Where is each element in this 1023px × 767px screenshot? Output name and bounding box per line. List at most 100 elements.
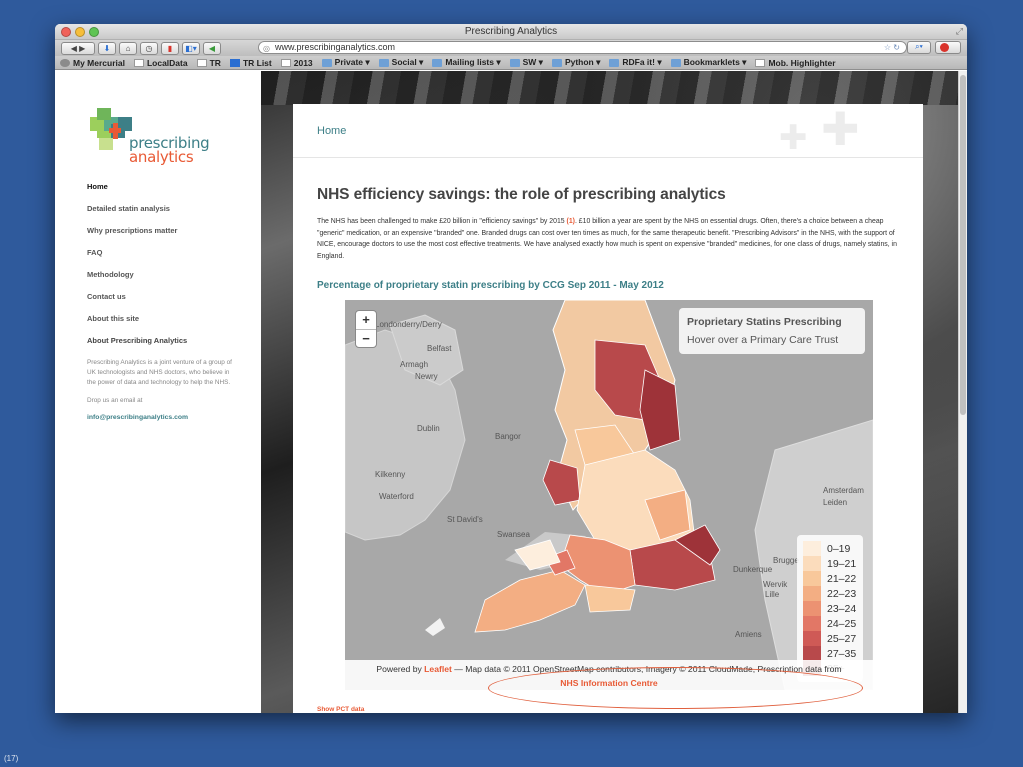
window-title: Prescribing Analytics [464,26,558,37]
map-info-box: Proprietary Statins Prescribing Hover ov… [679,308,865,354]
legend-swatch [803,571,821,586]
nav-item-contact-us[interactable]: Contact us [87,292,261,301]
site-logo[interactable]: prescribing analytics [87,104,217,168]
bookmark-item[interactable]: Private ▾ [321,57,370,68]
legend-row: 0–19 [803,541,857,556]
globe-icon: ◎ [263,44,270,53]
article: NHS efficiency savings: the role of pres… [293,158,923,690]
scrollbar-thumb[interactable] [960,75,966,415]
place-label: Londonderry/Derry [375,320,442,329]
reference-link[interactable]: (1) [567,218,575,225]
url-text: www.prescribinganalytics.com [275,42,396,52]
decorative-plus-icon: ✚ [821,102,860,156]
place-label: Armagh [400,360,429,369]
bookmark-item[interactable]: LocalData [133,57,188,68]
bookmark-label: 2013 [293,57,313,68]
place-label: St David's [447,515,483,524]
bookmark-item[interactable]: Mailing lists ▾ [432,57,501,68]
zoom-control: + − [355,310,377,348]
attribution-text: Powered by [376,664,425,674]
map-base-layer [345,300,873,690]
legend-label: 21–22 [827,572,857,585]
contact-email-link[interactable]: info@prescribinganalytics.com [87,414,261,421]
legend-label: 22–23 [827,587,857,600]
back-forward-button[interactable]: ◀ ▶ [61,41,95,55]
place-label: Amsterdam [823,486,864,495]
nav-item-why-prescriptions-matter[interactable]: Why prescriptions matter [87,226,261,235]
place-label: Lille [765,590,780,599]
bookmark-item[interactable]: Bookmarklets ▾ [670,57,747,68]
page-icon [280,58,291,67]
breadcrumb[interactable]: Home [317,125,346,137]
map-title: Percentage of proprietary statin prescri… [317,280,664,291]
intro-paragraph: The NHS has been challenged to make £20 … [317,216,901,262]
bookmark-label: Mob. Highlighter [768,57,836,68]
place-label: Waterford [379,492,414,501]
bookmark-label: My Mercurial [73,57,125,68]
mercurial-icon [60,58,70,67]
home-button[interactable]: ⌂ [119,41,137,55]
page-icon [196,58,207,67]
page-viewport: prescribing analytics Home Detailed stati… [55,71,958,713]
bookmark-label: Private ▾ [334,57,370,67]
email-prompt: Drop us an email at [87,397,143,404]
bookmark-item[interactable]: Python ▾ [551,57,601,68]
bookmark-item[interactable]: My Mercurial [60,58,125,68]
page-title: NHS efficiency savings: the role of pres… [317,186,726,203]
bookmark-item[interactable]: Mob. Highlighter [755,57,836,68]
place-label: Dublin [417,424,440,433]
bookmark-item[interactable]: SW ▾ [509,57,543,68]
place-label: Kilkenny [375,470,406,479]
bookmark-item[interactable]: RDFa it! ▾ [609,57,662,68]
fullscreen-icon[interactable]: ⤢ [956,26,963,37]
legend-row: 22–23 [803,586,857,601]
panel-header: Home ✚ ✚ [293,102,923,158]
legend-label: 23–24 [827,602,857,615]
vertical-scrollbar[interactable] [958,71,967,713]
legend-swatch [803,646,821,661]
bookmark-item[interactable]: Social ▾ [378,57,423,68]
choropleth-map[interactable]: Londonderry/Derry Belfast Armagh Newry D… [345,300,873,690]
bookmark-label: RDFa it! ▾ [622,57,662,67]
place-label: Dunkerque [733,565,773,574]
about-text: Prescribing Analytics is a joint venture… [87,359,232,386]
legend-row: 21–22 [803,571,857,586]
place-label: Bangor [495,432,521,441]
legend-swatch [803,541,821,556]
adblock-button[interactable] [935,41,961,54]
nav-item-detailed-statin-analysis[interactable]: Detailed statin analysis [87,204,261,213]
folder-icon [551,58,562,67]
bookmark-item[interactable]: TR List [229,58,272,68]
nav-item-about-this-site[interactable]: About this site [87,314,261,323]
show-pct-data-link[interactable]: Show PCT data [317,706,364,713]
screenshot-button[interactable]: ▮ [161,41,179,55]
legend-label: 27–35 [827,647,857,660]
bookmark-label: LocalData [146,57,188,68]
place-label: Newry [415,372,438,381]
bookmark-label: Bookmarklets ▾ [683,57,747,67]
bookmark-star-icon[interactable]: ☆ ↻ [884,42,900,53]
green-arrow-button[interactable]: ◀ [203,41,221,55]
main-nav: Home Detailed statin analysis Why prescrip… [87,182,261,323]
bookmark-label: Mailing lists ▾ [445,57,501,67]
folder-icon [609,58,620,67]
main-panel: Home ✚ ✚ NHS efficiency savings: the rol… [293,102,923,713]
bookmark-label: SW ▾ [522,57,543,67]
leaflet-link[interactable]: Leaflet [424,664,452,674]
address-bar[interactable]: ◎ www.prescribinganalytics.com ☆ ↻ [258,41,907,54]
search-engine-button[interactable]: ⌕▾ [907,41,931,54]
about-heading: About Prescribing Analytics [87,336,188,345]
zoom-out-button[interactable]: − [356,329,376,347]
folder-icon [321,58,332,67]
legend-row: 27–35 [803,646,857,661]
history-button[interactable]: ◷ [140,41,158,55]
download-button[interactable]: ⬇ [98,41,116,55]
zoom-in-button[interactable]: + [356,311,376,329]
nav-item-methodology[interactable]: Methodology [87,270,261,279]
nav-item-home[interactable]: Home [87,182,261,191]
bookmark-label: Python ▾ [564,57,601,67]
readability-button[interactable]: ◧▾ [182,41,200,55]
bookmark-item[interactable]: 2013 [280,57,313,68]
bookmark-item[interactable]: TR [196,58,221,68]
nav-item-faq[interactable]: FAQ [87,248,261,257]
